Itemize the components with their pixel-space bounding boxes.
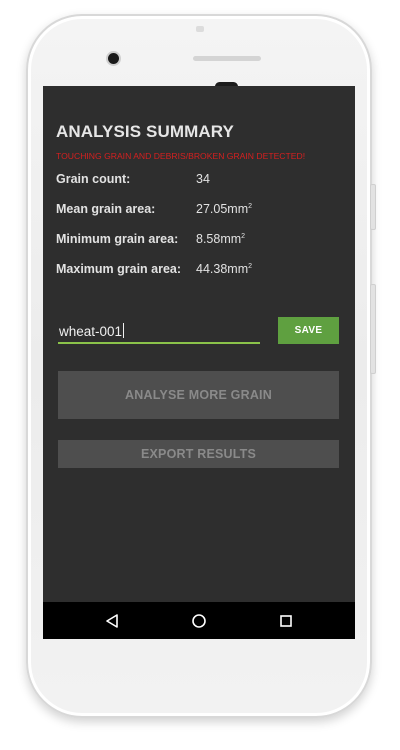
stat-value: 8.58mm2 <box>196 232 246 246</box>
earpiece-speaker <box>193 56 261 61</box>
stat-row-grain-count: Grain count: 34 <box>56 172 346 190</box>
phone-screen: ANALYSIS SUMMARY TOUCHING GRAIN AND DEBR… <box>43 86 355 639</box>
detection-warning: TOUCHING GRAIN AND DEBRIS/BROKEN GRAIN D… <box>56 151 306 161</box>
android-nav-bar <box>43 602 355 639</box>
home-circle-icon[interactable] <box>188 610 210 632</box>
stat-value: 44.38mm2 <box>196 262 253 276</box>
stat-value: 34 <box>196 172 210 186</box>
stat-row-mean-area: Mean grain area: 27.05mm2 <box>56 202 346 220</box>
stat-label: Minimum grain area: <box>56 232 179 246</box>
recent-apps-square-icon[interactable] <box>275 610 297 632</box>
front-camera-icon <box>108 53 119 64</box>
text-caret <box>123 323 125 338</box>
stat-label: Maximum grain area: <box>56 262 182 276</box>
analyse-more-grain-button[interactable]: ANALYSE MORE GRAIN <box>58 371 339 419</box>
export-results-button[interactable]: EXPORT RESULTS <box>58 440 339 468</box>
back-triangle-icon[interactable] <box>101 610 123 632</box>
analysis-summary-screen: ANALYSIS SUMMARY TOUCHING GRAIN AND DEBR… <box>43 86 355 602</box>
save-button[interactable]: SAVE <box>278 317 339 344</box>
stat-row-minimum-area: Minimum grain area: 8.58mm2 <box>56 232 346 250</box>
phone-top-edge <box>196 26 204 32</box>
stat-label: Mean grain area: <box>56 202 156 216</box>
page: ANALYSIS SUMMARY TOUCHING GRAIN AND DEBR… <box>0 0 400 750</box>
sample-name-value[interactable]: wheat-001 <box>59 323 125 339</box>
page-title: ANALYSIS SUMMARY <box>56 122 234 141</box>
volume-button <box>370 284 376 374</box>
stat-row-maximum-area: Maximum grain area: 44.38mm2 <box>56 262 346 280</box>
stat-value: 27.05mm2 <box>196 202 253 216</box>
power-button <box>370 184 376 230</box>
stat-label: Grain count: <box>56 172 131 186</box>
